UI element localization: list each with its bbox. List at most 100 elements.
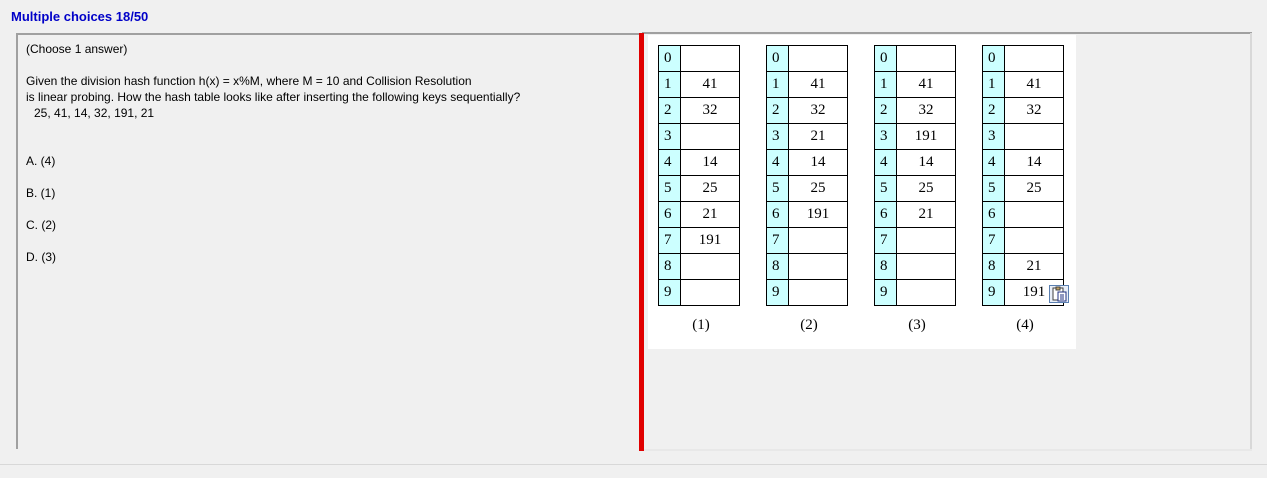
value-cell: [680, 45, 740, 72]
hash-table-4: 0 1 41 2 32 3 4 14 5 25 6 7 8 21 9 191: [982, 45, 1064, 306]
index-cell: 3: [658, 123, 681, 150]
value-cell: 25: [1004, 175, 1064, 202]
value-cell: [680, 253, 740, 280]
hash-table-1: 0 1 41 2 32 3 4 14 5 25 6 21 7 191 8 9: [658, 45, 740, 306]
value-cell: [1004, 123, 1064, 150]
index-cell: 5: [658, 175, 681, 202]
index-cell: 3: [766, 123, 789, 150]
hash-table-3: 0 1 41 2 32 3 191 4 14 5 25 6 21 7 8 9: [874, 45, 956, 306]
value-cell: [680, 123, 740, 150]
index-cell: 4: [658, 149, 681, 176]
value-cell: 21: [788, 123, 848, 150]
index-cell: 7: [766, 227, 789, 254]
index-cell: 6: [874, 201, 897, 228]
index-cell: 2: [658, 97, 681, 124]
page-title: Multiple choices 18/50: [11, 9, 149, 24]
index-cell: 7: [658, 227, 681, 254]
value-cell: [1004, 45, 1064, 72]
index-cell: 0: [658, 45, 681, 72]
value-cell: [1004, 201, 1064, 228]
value-cell: 191: [896, 123, 956, 150]
option-b[interactable]: B. (1): [26, 186, 55, 200]
index-cell: 0: [982, 45, 1005, 72]
index-cell: 9: [982, 279, 1005, 306]
index-cell: 7: [874, 227, 897, 254]
question-panel: (Choose 1 answer) Given the division has…: [16, 33, 639, 449]
index-cell: 2: [874, 97, 897, 124]
index-cell: 4: [766, 149, 789, 176]
index-cell: 8: [874, 253, 897, 280]
value-cell: 32: [680, 97, 740, 124]
index-cell: 6: [658, 201, 681, 228]
table-caption-3: (3): [908, 317, 926, 333]
value-cell: 41: [788, 71, 848, 98]
index-cell: 3: [982, 123, 1005, 150]
question-text-line-2: is linear probing. How the hash table lo…: [26, 90, 521, 104]
index-cell: 8: [982, 253, 1005, 280]
option-c[interactable]: C. (2): [26, 218, 56, 232]
value-cell: 14: [680, 149, 740, 176]
index-cell: 3: [874, 123, 897, 150]
index-cell: 0: [874, 45, 897, 72]
index-cell: 4: [874, 149, 897, 176]
value-cell: [896, 279, 956, 306]
value-cell: 32: [1004, 97, 1064, 124]
index-cell: 9: [766, 279, 789, 306]
value-cell: 41: [1004, 71, 1064, 98]
index-cell: 5: [982, 175, 1005, 202]
value-cell: 25: [896, 175, 956, 202]
value-cell: 21: [680, 201, 740, 228]
index-cell: 6: [766, 201, 789, 228]
index-cell: 9: [874, 279, 897, 306]
index-cell: 2: [982, 97, 1005, 124]
value-cell: [896, 227, 956, 254]
value-cell: 41: [896, 71, 956, 98]
value-cell: 191: [680, 227, 740, 254]
status-bar: [0, 464, 1267, 478]
value-cell: [680, 279, 740, 306]
value-cell: [788, 253, 848, 280]
index-cell: 7: [982, 227, 1005, 254]
index-cell: 1: [874, 71, 897, 98]
question-keys: 25, 41, 14, 32, 191, 21: [34, 106, 155, 120]
index-cell: 1: [766, 71, 789, 98]
value-cell: [788, 227, 848, 254]
index-cell: 1: [982, 71, 1005, 98]
index-cell: 6: [982, 201, 1005, 228]
index-cell: 4: [982, 149, 1005, 176]
option-d[interactable]: D. (3): [26, 250, 56, 264]
index-cell: 8: [766, 253, 789, 280]
figure-panel-bottom-border: [644, 449, 1252, 451]
value-cell: 25: [680, 175, 740, 202]
index-cell: 9: [658, 279, 681, 306]
question-text-line-1: Given the division hash function h(x) = …: [26, 74, 472, 88]
table-caption-1: (1): [692, 317, 710, 333]
value-cell: [788, 45, 848, 72]
index-cell: 8: [658, 253, 681, 280]
index-cell: 5: [874, 175, 897, 202]
option-a[interactable]: A. (4): [26, 154, 55, 168]
value-cell: [896, 45, 956, 72]
index-cell: 0: [766, 45, 789, 72]
hash-tables-figure: 0 1 41 2 32 3 4 14 5 25 6 21 7 191 8 9 (1) 0 1…: [648, 35, 1076, 349]
value-cell: 14: [1004, 149, 1064, 176]
value-cell: 191: [788, 201, 848, 228]
value-cell: 14: [896, 149, 956, 176]
value-cell: 21: [1004, 253, 1064, 280]
value-cell: 32: [896, 97, 956, 124]
value-cell: 21: [896, 201, 956, 228]
index-cell: 2: [766, 97, 789, 124]
value-cell: [896, 253, 956, 280]
clipboard-paste-icon[interactable]: [1049, 285, 1069, 303]
value-cell: 14: [788, 149, 848, 176]
value-cell: 32: [788, 97, 848, 124]
value-cell: [788, 279, 848, 306]
hash-table-2: 0 1 41 2 32 3 21 4 14 5 25 6 191 7 8 9: [766, 45, 848, 306]
table-caption-4: (4): [1016, 317, 1034, 333]
question-instruction: (Choose 1 answer): [26, 42, 128, 56]
clipboard-paste-icon-glyph: [1052, 286, 1067, 302]
value-cell: 41: [680, 71, 740, 98]
index-cell: 1: [658, 71, 681, 98]
value-cell: [1004, 227, 1064, 254]
value-cell: 25: [788, 175, 848, 202]
